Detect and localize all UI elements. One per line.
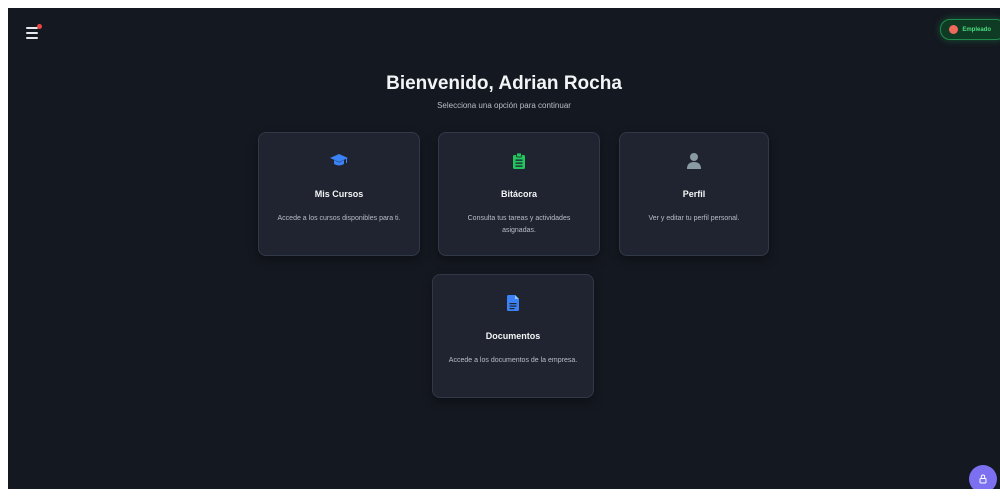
hamburger-menu-icon-bar bbox=[26, 32, 38, 34]
user-icon bbox=[687, 153, 701, 169]
card-icon-wrap bbox=[439, 153, 599, 169]
notification-dot bbox=[37, 24, 42, 29]
card-icon-wrap bbox=[433, 295, 593, 311]
card-description: Accede a los documentos de la empresa. bbox=[448, 357, 578, 364]
card-bitacora[interactable]: Bitácora Consulta tus tareas y actividad… bbox=[438, 132, 600, 256]
page-subtitle: Selecciona una opción para continuar bbox=[437, 101, 571, 110]
clipboard-list-icon bbox=[513, 153, 525, 169]
card-description: Ver y editar tu perfil personal. bbox=[648, 215, 740, 222]
card-description: Accede a los cursos disponibles para ti. bbox=[277, 215, 401, 222]
app-window: Empleado Bienvenido, Adrian Rocha Selecc… bbox=[8, 8, 1000, 489]
hamburger-menu-icon-bar bbox=[26, 37, 38, 39]
card-title: Documentos bbox=[485, 331, 541, 341]
card-title: Bitácora bbox=[500, 189, 537, 199]
card-documentos[interactable]: Documentos Accede a los documentos de la… bbox=[432, 274, 594, 398]
menu-button[interactable] bbox=[26, 24, 44, 40]
card-perfil[interactable]: Perfil Ver y editar tu perfil personal. bbox=[619, 132, 769, 256]
card-icon-wrap bbox=[620, 153, 768, 169]
card-title: Mis Cursos bbox=[314, 189, 364, 199]
flag-icon bbox=[949, 25, 959, 34]
role-badge-label: Empleado bbox=[962, 26, 991, 33]
accessibility-icon bbox=[979, 474, 987, 484]
page-title: Bienvenido, Adrian Rocha bbox=[386, 73, 622, 94]
card-description: Consulta tus tareas y actividades asigna… bbox=[467, 215, 571, 234]
accessibility-button[interactable] bbox=[969, 465, 997, 489]
role-badge[interactable]: Empleado bbox=[940, 19, 1000, 40]
card-title: Perfil bbox=[682, 189, 706, 199]
graduation-cap-icon bbox=[330, 154, 348, 166]
card-icon-wrap bbox=[259, 153, 419, 169]
card-mis-cursos[interactable]: Mis Cursos Accede a los cursos disponibl… bbox=[258, 132, 420, 256]
document-icon bbox=[507, 295, 519, 311]
